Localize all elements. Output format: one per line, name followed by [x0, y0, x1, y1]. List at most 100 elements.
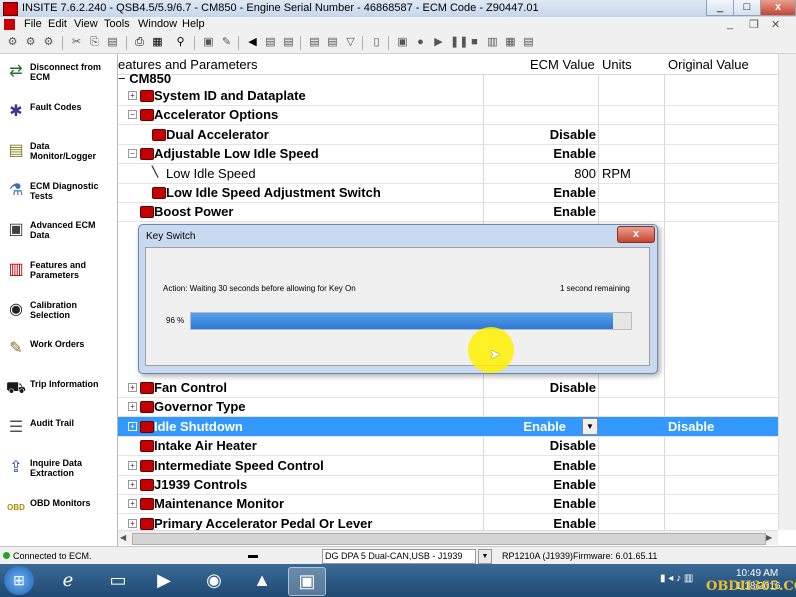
copy-icon[interactable]: ⎘ — [88, 36, 101, 49]
horizontal-scrollbar[interactable]: ◀ ▶ — [118, 530, 778, 545]
mdi-close-button[interactable]: ✕ — [771, 18, 780, 31]
app-icon-taskbar[interactable]: ▲ — [244, 567, 280, 594]
vertical-scrollbar[interactable] — [778, 54, 796, 530]
table-row[interactable]: + Fan Control Disable — [118, 378, 778, 398]
close-button[interactable]: x — [760, 0, 796, 16]
record-icon[interactable]: ● — [414, 36, 427, 49]
sidebar-item-obd-monitors[interactable]: OBD OBD Monitors — [0, 492, 117, 530]
maximize-button[interactable]: □ — [733, 0, 761, 16]
connect-icon[interactable]: ⚙ — [6, 36, 19, 49]
sidebar-item-data-monitor[interactable]: ▤ Data Monitor/Logger — [0, 135, 117, 173]
table-row[interactable]: ╲ Low Idle Speed 800 RPM — [118, 164, 778, 184]
table-row[interactable]: + Maintenance Monitor Enable — [118, 494, 778, 515]
print-icon[interactable]: ⎙ — [133, 36, 146, 49]
table-row[interactable]: Intake Air Heater Disable — [118, 436, 778, 457]
expand-icon[interactable]: + — [128, 518, 137, 528]
menu-edit[interactable]: Edit — [48, 18, 67, 30]
disconnect-icon[interactable]: ⚙ — [24, 36, 37, 49]
table-row[interactable]: Dual Accelerator Disable — [118, 125, 778, 145]
header-features[interactable]: eatures and Parameters — [118, 57, 257, 72]
sidebar-item-calibration[interactable]: ◉ Calibration Selection — [0, 294, 117, 332]
sidebar-item-advanced-ecm-data[interactable]: ▣ Advanced ECM Data — [0, 214, 117, 252]
stop-icon[interactable]: ■ — [468, 36, 481, 49]
save-icon[interactable]: ▣ — [202, 36, 215, 49]
collapse-icon[interactable]: − — [128, 110, 137, 120]
table-row[interactable]: + J1939 Controls Enable — [118, 475, 778, 495]
sidebar-item-disconnect[interactable]: ⇄ Disconnect from ECM — [0, 56, 117, 94]
table-row[interactable]: + Intermediate Speed Control Enable — [118, 456, 778, 476]
mdi-minimize-button[interactable]: _ — [727, 18, 733, 30]
table-row[interactable]: + Primary Accelerator Pedal Or Lever Enabl… — [118, 514, 778, 530]
adapter-select[interactable]: DG DPA 5 Dual-CAN,USB - J1939 — [322, 549, 476, 564]
dialog-close-button[interactable]: x — [617, 226, 655, 243]
scroll-left-icon[interactable]: ◀ — [120, 533, 126, 542]
clock-time[interactable]: 10:49 AM — [736, 568, 778, 579]
scroll-thumb[interactable] — [132, 533, 766, 545]
value-dropdown-icon[interactable]: ▼ — [582, 417, 598, 435]
adapter-dropdown-icon[interactable]: ▼ — [478, 549, 492, 564]
sidebar-item-audit-trail[interactable]: ☰ Audit Trail — [0, 412, 117, 450]
table-row[interactable]: + System ID and Dataplate — [118, 86, 778, 106]
snapshot-icon[interactable]: ▦ — [504, 36, 517, 49]
expand-icon[interactable]: + — [128, 421, 137, 431]
expand-icon[interactable]: + — [128, 499, 137, 509]
scroll-right-icon[interactable]: ▶ — [766, 533, 772, 542]
table-row[interactable]: Boost Power Enable — [118, 202, 778, 223]
print-preview-icon[interactable]: ▦ — [151, 36, 164, 49]
filter-icon[interactable]: ▽ — [344, 36, 357, 49]
table-row[interactable]: + Governor Type — [118, 397, 778, 418]
sidebar-item-fault-codes[interactable]: ✱ Fault Codes — [0, 96, 117, 134]
collapse-icon[interactable]: − — [128, 149, 137, 159]
sidebar-item-features-parameters[interactable]: ▥ Features and Parameters — [0, 254, 117, 292]
play-icon[interactable]: ▶ — [432, 36, 445, 49]
tree-root[interactable]: − CM850 — [118, 71, 171, 86]
sidebar-item-work-orders[interactable]: ✎ Work Orders — [0, 333, 117, 371]
expand-icon[interactable]: + — [128, 460, 137, 470]
backup-icon[interactable]: ▤ — [282, 36, 295, 49]
chrome-icon[interactable]: ◉ — [196, 567, 232, 594]
row-ecm-value[interactable]: Enable — [468, 419, 566, 434]
chart-icon[interactable]: ▥ — [486, 36, 499, 49]
restore-icon[interactable]: ▤ — [264, 36, 277, 49]
expand-icon[interactable]: + — [128, 402, 137, 412]
sidebar-item-diagnostic-tests[interactable]: ⚗ ECM Diagnostic Tests — [0, 175, 117, 213]
sidebar-item-inquire-data[interactable]: ⇪ Inquire Data Extraction — [0, 452, 117, 490]
pause-icon[interactable]: ❚❚ — [450, 36, 468, 49]
mdi-restore-button[interactable]: ❐ — [749, 18, 759, 31]
table-row[interactable]: − Accelerator Options — [118, 105, 778, 126]
media-player-icon[interactable]: ▶ — [146, 567, 182, 594]
table-row[interactable]: + Idle Shutdown Enable ▼ Disable — [118, 416, 778, 437]
menu-file[interactable]: File — [24, 18, 42, 30]
table-row[interactable]: − Adjustable Low Idle Speed Enable — [118, 144, 778, 165]
paste-icon[interactable]: ▤ — [106, 36, 119, 49]
find-icon[interactable]: ⚲ — [174, 36, 187, 49]
settings-icon[interactable]: ✎ — [220, 36, 233, 49]
ie-icon[interactable]: ℯ — [50, 567, 86, 594]
send-icon[interactable]: ◀ — [246, 36, 259, 49]
export-icon[interactable]: ▤ — [326, 36, 339, 49]
minimize-button[interactable]: _ — [706, 0, 734, 16]
refresh-icon[interactable]: ⚙ — [42, 36, 55, 49]
monitor-icon[interactable]: ▣ — [396, 36, 409, 49]
report-icon[interactable]: ▤ — [308, 36, 321, 49]
cut-icon[interactable]: ✂ — [70, 36, 83, 49]
menu-window[interactable]: Window — [138, 18, 177, 30]
start-button[interactable]: ⊞ — [4, 566, 34, 595]
menu-help[interactable]: Help — [182, 18, 205, 30]
header-original-value[interactable]: Original Value — [668, 57, 749, 72]
help-icon[interactable]: ▯ — [370, 36, 383, 49]
expand-icon[interactable]: + — [128, 383, 137, 392]
menu-view[interactable]: View — [74, 18, 98, 30]
menu-tools[interactable]: Tools — [104, 18, 130, 30]
header-units[interactable]: Units — [602, 57, 632, 72]
collapse-icon[interactable]: − — [118, 71, 129, 86]
table-row[interactable]: Low Idle Speed Adjustment Switch Enable — [118, 183, 778, 203]
sidebar-item-trip-info[interactable]: ⛟ Trip Information — [0, 373, 117, 411]
expand-icon[interactable]: + — [128, 480, 137, 489]
graph-icon[interactable]: ▤ — [522, 36, 535, 49]
explorer-icon[interactable]: ▭ — [100, 567, 136, 594]
expand-icon[interactable]: + — [128, 91, 137, 100]
header-ecm-value[interactable]: ECM Value — [530, 57, 595, 72]
insite-taskbar-icon[interactable]: ▣ — [288, 567, 326, 596]
tray-icons[interactable]: ▮ ◂ ♪ ▥ — [660, 573, 693, 584]
